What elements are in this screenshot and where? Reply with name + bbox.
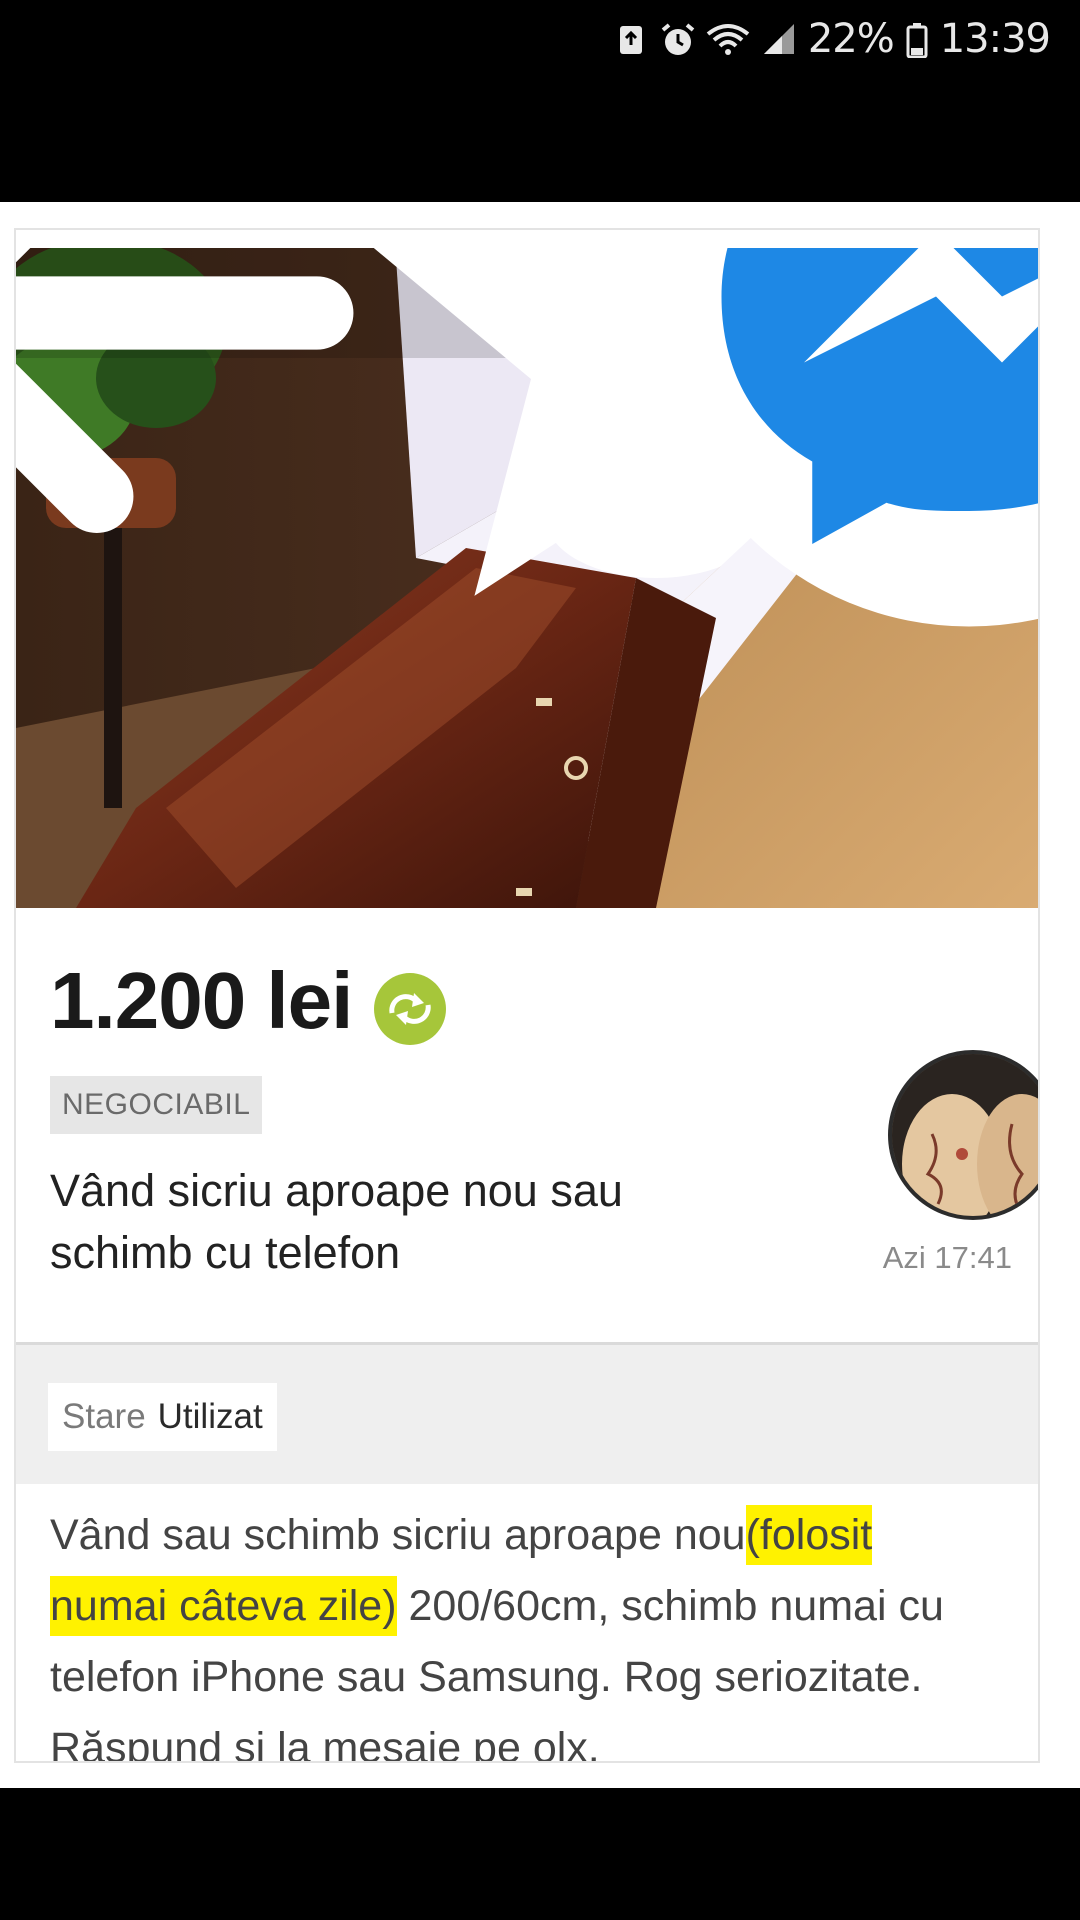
- spec-condition: Stare Utilizat: [48, 1383, 277, 1451]
- seller-avatar[interactable]: [888, 1050, 1038, 1220]
- spec-value: Utilizat: [157, 1397, 263, 1436]
- negotiable-tag: NEGOCIABIL: [50, 1076, 263, 1134]
- price: 1.200 lei: [50, 956, 353, 1045]
- messenger-icon: [457, 248, 1038, 643]
- listing-card: 1.200 lei NEGOCIABIL Vând sicriu aproape…: [14, 228, 1040, 1763]
- description: Vând sau schimb sicriu aproape nou(folos…: [50, 1500, 1000, 1761]
- messenger-button[interactable]: [655, 248, 1038, 627]
- description-highlight-2: numai câteva zile): [50, 1576, 397, 1636]
- battery-icon: [906, 22, 928, 59]
- signal-icon: [762, 22, 796, 56]
- top-black-band: [0, 78, 1080, 202]
- screenshot-page: 1.200 lei NEGOCIABIL Vând sicriu aproape…: [0, 202, 1080, 1788]
- android-recycle-icon: [614, 22, 648, 56]
- battery-percent: 22%: [807, 16, 895, 62]
- status-bar-right: 22% 13:39: [614, 10, 1051, 68]
- alarm-icon: [660, 22, 695, 56]
- posted-date: Azi 17:41: [882, 1240, 1012, 1275]
- status-bar: 22% 13:39: [0, 0, 1080, 78]
- exchange-icon: [374, 973, 447, 1045]
- description-part1: Vând sau schimb sicriu aproape nou: [50, 1511, 746, 1559]
- bottom-black-band: [0, 1788, 1080, 1920]
- specs-section: Stare Utilizat: [16, 1342, 1038, 1484]
- listing-title: Vând sicriu aproape nou sau schimb cu te…: [50, 1165, 623, 1278]
- clock: 13:39: [939, 16, 1051, 62]
- spec-label: Stare: [62, 1397, 146, 1436]
- description-highlight-1: (folosit: [745, 1505, 873, 1565]
- price-row: 1.200 lei: [50, 955, 447, 1047]
- back-button[interactable]: [16, 248, 354, 533]
- wifi-icon: [706, 22, 750, 56]
- listing-photo[interactable]: [16, 248, 1038, 908]
